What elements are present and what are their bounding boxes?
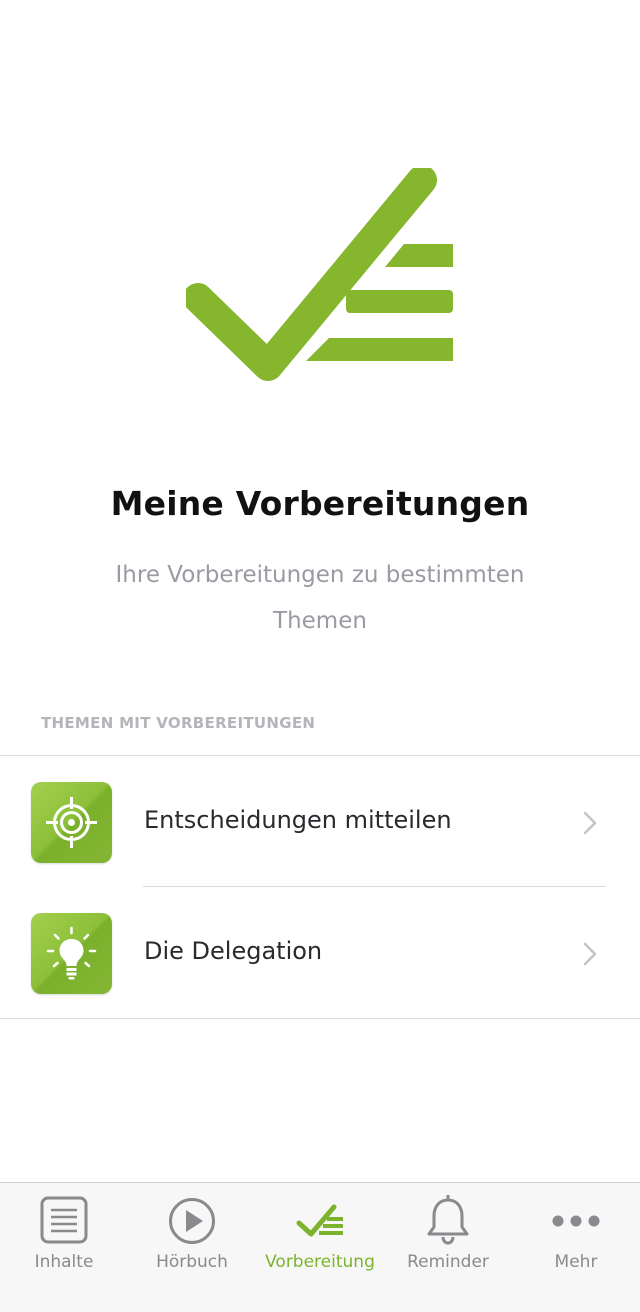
topic-row-entscheidungen-mitteilen[interactable]: Entscheidungen mitteilen [0, 756, 640, 887]
tab-mehr[interactable]: Mehr [512, 1183, 640, 1312]
tab-label: Inhalte [34, 1252, 94, 1272]
topic-row-die-delegation[interactable]: Die Delegation [0, 887, 640, 1018]
lightbulb-icon [31, 913, 112, 994]
tab-hoerbuch[interactable]: Hörbuch [128, 1183, 256, 1312]
tab-inhalte[interactable]: Inhalte [0, 1183, 128, 1312]
tab-vorbereitung[interactable]: Vorbereitung [256, 1183, 384, 1312]
chevron-right-icon [583, 811, 597, 835]
page-subtitle: Ihre Vorbereitungen zu bestimmten Themen [115, 562, 525, 634]
checklist-icon [296, 1204, 343, 1237]
page-title: Meine Vorbereitungen [110, 484, 530, 523]
more-icon [552, 1215, 600, 1227]
tab-bar: Inhalte Hörbuch Vorbereitung Reminder Me… [0, 1182, 640, 1312]
tab-label: Mehr [554, 1252, 598, 1272]
tab-reminder[interactable]: Reminder [384, 1183, 512, 1312]
bell-icon [427, 1195, 469, 1245]
tab-label: Hörbuch [156, 1252, 228, 1272]
topic-label: Entscheidungen mitteilen [144, 806, 452, 834]
tab-label: Reminder [407, 1252, 489, 1272]
topic-label: Die Delegation [144, 937, 323, 965]
tab-label: Vorbereitung [265, 1252, 375, 1272]
section-header: THEMEN MIT VORBEREITUNGEN [41, 714, 316, 732]
checklist-icon [186, 168, 453, 381]
play-icon [169, 1198, 215, 1244]
topics-list: Entscheidungen mitteilen Die Delegation [0, 755, 640, 1019]
document-icon [40, 1196, 88, 1244]
target-icon [31, 782, 112, 863]
chevron-right-icon [583, 942, 597, 966]
